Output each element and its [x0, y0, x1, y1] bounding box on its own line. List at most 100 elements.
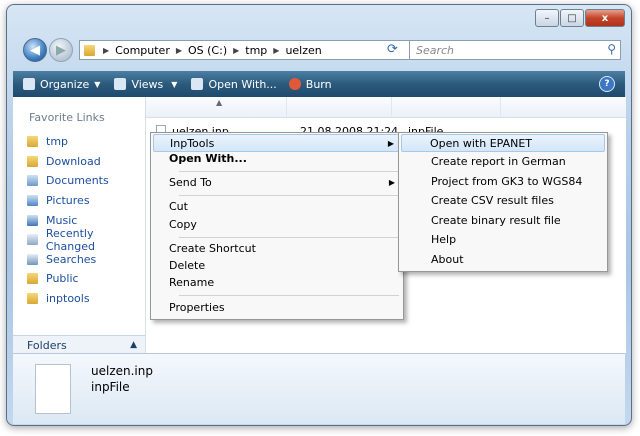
- menu-item-rename[interactable]: Rename: [153, 274, 401, 292]
- breadcrumb-arrow-icon[interactable]: ▶: [273, 46, 279, 55]
- submenu-item-about[interactable]: About: [401, 251, 605, 269]
- menu-separator: [179, 171, 399, 172]
- pictures-icon: [27, 195, 38, 207]
- music-icon: [27, 214, 38, 226]
- menu-item-label: Help: [431, 233, 457, 246]
- refresh-icon[interactable]: ⟳: [387, 42, 403, 58]
- sidebar-item-label: Searches: [46, 252, 97, 266]
- breadcrumb-drive[interactable]: OS (C:): [188, 44, 227, 57]
- address-row: ◀ ▶ ▶ Computer ▶ OS (C:) ▶ tmp ▶ uelzen …: [17, 35, 621, 65]
- burn-icon: [288, 78, 301, 90]
- sidebar-item-label: inptools: [46, 292, 90, 306]
- breadcrumb-tmp[interactable]: tmp: [245, 44, 267, 57]
- open-with-button[interactable]: Open With...: [191, 77, 277, 91]
- maximize-button[interactable]: □: [560, 9, 584, 27]
- open-with-label: Open With...: [208, 77, 277, 91]
- menu-separator: [179, 295, 399, 296]
- searches-icon: [27, 253, 38, 265]
- caption-buttons: – □ x: [534, 9, 625, 27]
- menu-item-properties[interactable]: Properties: [153, 299, 401, 317]
- submenu-item-binary-results[interactable]: Create binary result file: [401, 212, 605, 230]
- organize-button[interactable]: Organize ▼: [23, 78, 100, 91]
- close-button[interactable]: x: [585, 9, 625, 27]
- command-bar: Organize ▼ Views ▼ Open With... Burn ?: [13, 71, 625, 97]
- arrow-right-icon: ▶: [56, 42, 66, 58]
- sidebar-item-pictures[interactable]: Pictures: [27, 191, 145, 211]
- folder-icon: [27, 136, 38, 148]
- sidebar-item-tmp[interactable]: tmp: [27, 132, 145, 152]
- documents-icon: [27, 175, 38, 187]
- sidebar-item-recently-changed[interactable]: Recently Changed: [27, 226, 145, 253]
- folder-icon: [27, 293, 38, 305]
- menu-item-copy[interactable]: Copy: [153, 216, 401, 234]
- sidebar-item-label: Music: [46, 213, 78, 227]
- burn-button[interactable]: Burn: [288, 78, 332, 91]
- sidebar-item-public[interactable]: Public: [27, 269, 145, 289]
- submenu-item-csv-results[interactable]: Create CSV result files: [401, 192, 605, 210]
- menu-item-send-to[interactable]: Send To ▶: [153, 174, 401, 192]
- navigation-pane: Favorite Links tmp Download Documents Pi…: [13, 97, 145, 353]
- breadcrumb-arrow-icon[interactable]: ▶: [233, 46, 239, 55]
- menu-item-delete[interactable]: Delete: [153, 257, 401, 275]
- menu-item-label: Delete: [169, 259, 206, 272]
- breadcrumb-computer[interactable]: Computer: [115, 44, 170, 57]
- favorite-links-header: Favorite Links: [29, 111, 105, 124]
- organize-icon: [23, 78, 35, 90]
- views-icon: [114, 78, 127, 90]
- folders-toggle[interactable]: Folders ▲: [13, 335, 145, 354]
- chevron-up-icon: ▲: [130, 340, 137, 350]
- menu-item-label: Rename: [169, 276, 215, 289]
- recently-changed-icon: [27, 234, 38, 246]
- arrow-left-icon: ◀: [30, 42, 40, 58]
- sort-arrow-icon: ▲: [216, 98, 223, 107]
- sidebar-item-label: Public: [46, 272, 79, 286]
- menu-item-label: Copy: [169, 218, 197, 231]
- minimize-button[interactable]: –: [535, 9, 559, 27]
- breadcrumb-arrow-icon[interactable]: ▶: [176, 46, 182, 55]
- sidebar-item-documents[interactable]: Documents: [27, 171, 145, 191]
- menu-separator: [179, 237, 399, 238]
- search-input[interactable]: Search ⚲: [409, 40, 621, 60]
- menu-item-label: Create report in German: [431, 155, 566, 168]
- details-file-type: inpFile: [91, 380, 130, 394]
- chevron-down-icon: ▼: [94, 79, 101, 89]
- forward-button[interactable]: ▶: [49, 38, 73, 62]
- menu-item-label: Project from GK3 to WGS84: [431, 175, 583, 188]
- submenu-item-open-epanet[interactable]: Open with EPANET: [401, 134, 605, 152]
- column-header-type[interactable]: [392, 97, 501, 117]
- inptools-submenu: Open with EPANET Create report in German…: [398, 132, 608, 272]
- submenu-item-report-german[interactable]: Create report in German: [401, 153, 605, 171]
- menu-separator: [179, 195, 399, 196]
- back-button[interactable]: ◀: [23, 38, 47, 62]
- column-headers: ▲: [146, 97, 626, 118]
- submenu-item-help[interactable]: Help: [401, 231, 605, 249]
- sidebar-item-label: Pictures: [46, 194, 90, 208]
- organize-label: Organize: [40, 77, 90, 91]
- folders-label: Folders: [27, 338, 67, 352]
- menu-item-create-shortcut[interactable]: Create Shortcut: [153, 240, 401, 258]
- sidebar-item-label: Recently Changed: [45, 226, 95, 253]
- breadcrumb-arrow-icon[interactable]: ▶: [103, 46, 109, 55]
- favorite-links-list: tmp Download Documents Pictures Music Re…: [13, 132, 145, 308]
- views-label: Views: [131, 77, 164, 91]
- sidebar-item-download[interactable]: Download: [27, 152, 145, 172]
- menu-item-label: Create CSV result files: [431, 194, 554, 207]
- column-header-date[interactable]: [287, 97, 392, 117]
- menu-item-label: Open With...: [169, 152, 247, 165]
- submenu-item-gk3-wgs84[interactable]: Project from GK3 to WGS84: [401, 173, 605, 191]
- menu-item-label: Create binary result file: [431, 214, 561, 227]
- sidebar-item-label: Download: [46, 154, 101, 168]
- sidebar-item-inptools[interactable]: inptools: [27, 289, 145, 309]
- menu-item-label: Create Shortcut: [169, 242, 256, 255]
- folder-icon: [27, 155, 38, 167]
- menu-item-open-with[interactable]: Open With...: [153, 150, 401, 168]
- menu-item-label: Open with EPANET: [430, 137, 533, 150]
- menu-item-label: About: [431, 253, 464, 266]
- search-icon[interactable]: ⚲: [607, 42, 616, 56]
- search-placeholder: Search: [416, 44, 455, 57]
- sidebar-item-label: tmp: [46, 135, 69, 149]
- menu-item-cut[interactable]: Cut: [153, 198, 401, 216]
- breadcrumb-uelzen[interactable]: uelzen: [285, 44, 321, 57]
- views-button[interactable]: Views ▼: [114, 78, 177, 91]
- help-icon[interactable]: ?: [599, 76, 615, 92]
